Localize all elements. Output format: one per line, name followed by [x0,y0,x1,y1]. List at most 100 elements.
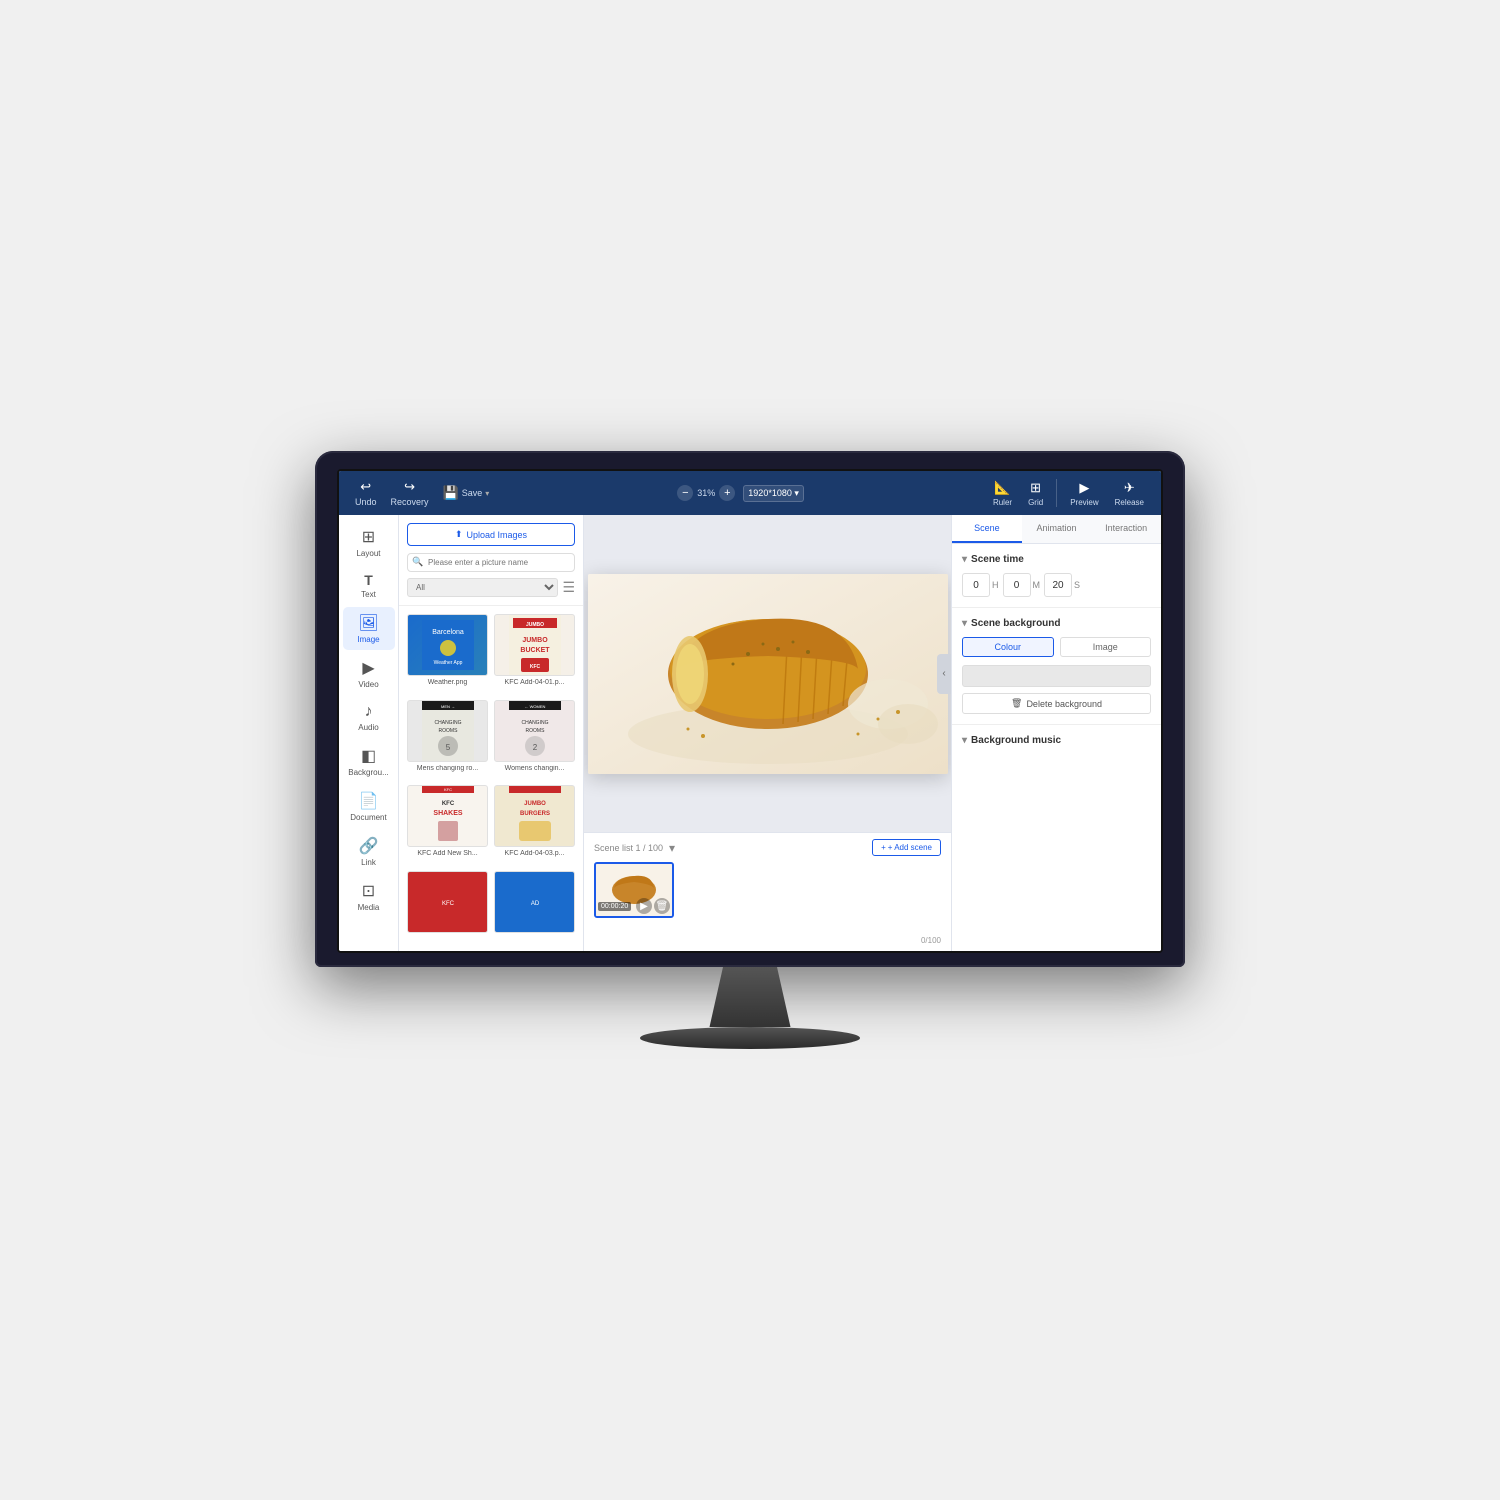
sidebar-label-text: Text [361,590,376,599]
svg-text:ROOMS: ROOMS [438,728,458,734]
monitor-wrapper: ↩ Undo ↪ Recovery 💾 Save ▾ [300,451,1200,1049]
scene-time-title: ▾ Scene time [962,554,1151,565]
svg-text:2: 2 [532,743,537,752]
filter-menu-button[interactable]: ☰ [562,579,575,596]
image-thumb-mens: MEN → CHANGING ROOMS 5 [407,700,488,762]
svg-text:KFC: KFC [442,901,455,907]
release-button[interactable]: ✈ Release [1108,477,1151,510]
image-item-kfc1[interactable]: JUMBO JUMBO BUCKET KFC KFC Add-04-01.p..… [494,614,575,694]
document-icon: 📄 [359,791,379,811]
sidebar-item-layout[interactable]: ⊞ Layout [343,521,395,564]
image-thumb-shakes: KFC KFC SHAKES [407,785,488,847]
zoom-out-button[interactable]: − [677,485,693,501]
sidebar-item-image[interactable]: 🖼 Image [343,607,395,650]
bread-svg [588,574,948,774]
svg-text:SHAKES: SHAKES [433,810,463,817]
resolution-select[interactable]: 1920*1080 ▾ [743,485,804,502]
bg-tabs: Colour Image [962,637,1151,657]
delete-bg-label: Delete background [1026,699,1102,709]
sidebar-item-text[interactable]: T Text [343,566,395,605]
image-item-mens[interactable]: MEN → CHANGING ROOMS 5 Mens changing ro.… [407,700,488,780]
bg-tab-colour[interactable]: Colour [962,637,1054,657]
monitor-bezel: ↩ Undo ↪ Recovery 💾 Save ▾ [315,451,1185,967]
tab-interaction[interactable]: Interaction [1091,515,1161,543]
scene-page-counter: 0/100 [594,936,941,945]
canvas-area: ‹ Scene list 1 / 100 ▾ + [584,515,951,951]
scene-bg-toggle[interactable]: ▾ [962,618,967,629]
scene-scroll: 00:00:20 ▶ 🗑 [594,862,941,932]
image-thumb-kfc1: JUMBO JUMBO BUCKET KFC [494,614,575,676]
delete-background-button[interactable]: 🗑 Delete background [962,693,1151,714]
svg-text:MEN →: MEN → [441,704,455,709]
canvas-workspace[interactable]: ‹ [584,515,951,832]
sidebar-item-document[interactable]: 📄 Document [343,785,395,828]
zoom-in-button[interactable]: + [719,485,735,501]
sidebar-item-background[interactable]: ◧ Backgrou... [343,740,395,783]
sidebar-item-media[interactable]: ⊡ Media [343,875,395,918]
scene-item-1[interactable]: 00:00:20 ▶ 🗑 [594,862,674,918]
panel-collapse-handle[interactable]: ‹ [937,654,951,694]
preview-label: Preview [1070,498,1098,507]
sidebar-label-audio: Audio [358,723,378,732]
tab-scene[interactable]: Scene [952,515,1022,543]
scene-delete-button[interactable]: 🗑 [654,898,670,914]
scene-timeline-header: Scene list 1 / 100 ▾ + + Add scene [594,839,941,856]
monitor-screen: ↩ Undo ↪ Recovery 💾 Save ▾ [337,469,1163,953]
recovery-icon: ↪ [404,479,415,495]
image-item-womens[interactable]: ← WOMEN CHANGING ROOMS 2 Womens changin.… [494,700,575,780]
grid-button[interactable]: ⊞ Grid [1021,477,1050,510]
image-name-kfc1: KFC Add-04-01.p... [494,679,575,686]
recovery-label: Recovery [391,497,429,507]
scene-bg-title: ▾ Scene background [962,618,1151,629]
release-icon: ✈ [1124,480,1135,496]
save-icon: 💾 [443,485,459,501]
image-item-weather[interactable]: Barcelona Weather App Weather.png [407,614,488,694]
image-name-kfc3: KFC Add-04-03.p... [494,850,575,857]
audio-icon: ♪ [365,703,373,721]
image-item-red1[interactable]: KFC [407,871,488,944]
time-m-input[interactable] [1003,573,1031,597]
filter-row: All ☰ [407,578,575,597]
undo-button[interactable]: ↩ Undo [349,476,383,510]
ruler-button[interactable]: 📐 Ruler [986,477,1019,510]
undo-label: Undo [355,497,377,507]
image-thumb-kfc3: JUMBO BURGERS [494,785,575,847]
upload-images-button[interactable]: ⬆ Upload Images [407,523,575,546]
svg-text:BURGERS: BURGERS [519,811,549,817]
search-wrap: 🔍 [407,552,575,572]
bg-music-toggle[interactable]: ▾ [962,735,967,746]
image-thumb-blue1: AD [494,871,575,933]
add-scene-button[interactable]: + + Add scene [872,839,941,856]
time-s-input[interactable] [1044,573,1072,597]
sidebar-label-layout: Layout [356,549,380,558]
sidebar-item-video[interactable]: ▶ Video [343,652,395,695]
filter-select[interactable]: All [407,578,558,597]
text-icon: T [364,572,373,588]
save-button[interactable]: 💾 Save ▾ [437,482,496,504]
left-sidebar: ⊞ Layout T Text 🖼 Image ▶ [339,515,399,951]
sidebar-label-document: Document [350,813,386,822]
sidebar-item-audio[interactable]: ♪ Audio [343,697,395,738]
grid-icon: ⊞ [1030,480,1041,496]
time-h-input[interactable] [962,573,990,597]
bg-color-picker[interactable] [962,665,1151,687]
scene-count: Scene list 1 / 100 [594,843,663,853]
svg-text:JUMBO: JUMBO [524,801,546,807]
scene-play-button[interactable]: ▶ [636,898,652,914]
image-item-kfc3[interactable]: JUMBO BURGERS KFC Add-04-03.p... [494,785,575,865]
scene-time-toggle[interactable]: ▾ [962,554,967,565]
time-h-label: H [992,580,999,590]
svg-text:KFC: KFC [444,787,452,792]
add-scene-label: + Add scene [888,843,932,852]
tab-animation[interactable]: Animation [1022,515,1092,543]
search-input[interactable] [407,553,575,572]
bg-tab-image[interactable]: Image [1060,637,1152,657]
image-item-shakes[interactable]: KFC KFC SHAKES KFC Add New Sh... [407,785,488,865]
scene-time-section: ▾ Scene time H M [952,544,1161,608]
image-name-shakes: KFC Add New Sh... [407,850,488,857]
preview-button[interactable]: ▶ Preview [1063,477,1105,510]
recovery-button[interactable]: ↪ Recovery [385,476,435,510]
image-item-blue1[interactable]: AD [494,871,575,944]
layout-icon: ⊞ [362,527,375,547]
sidebar-item-link[interactable]: 🔗 Link [343,830,395,873]
